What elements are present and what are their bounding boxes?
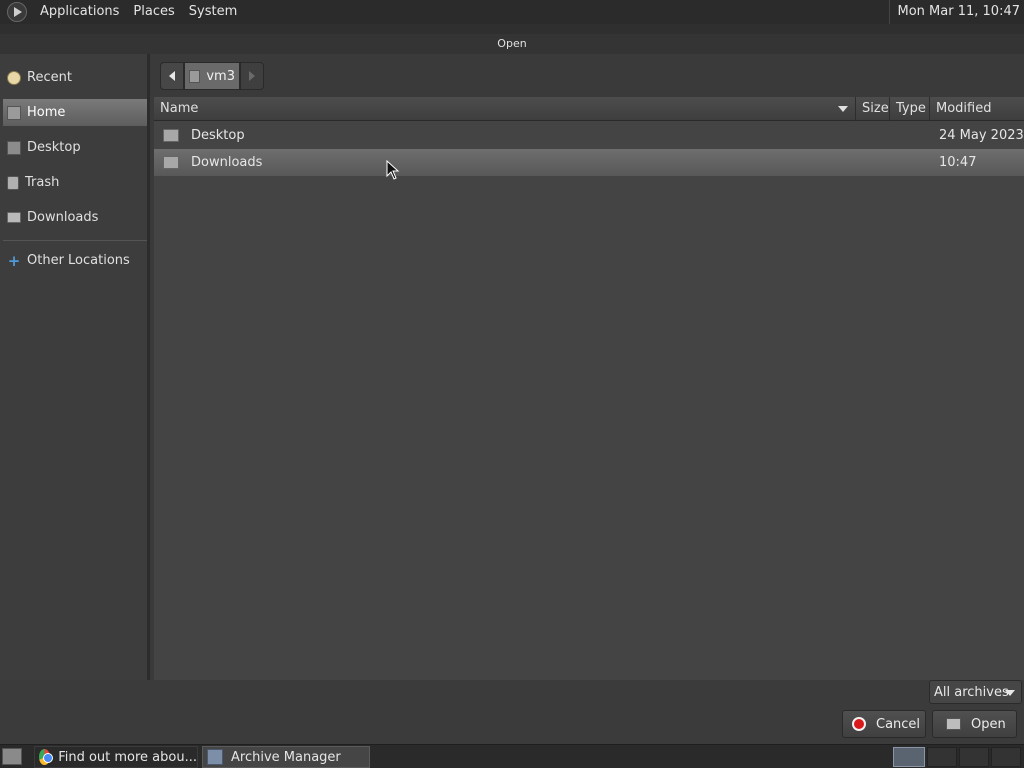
file-list-header: Name Size Type Modified xyxy=(154,97,1024,121)
open-folder-icon xyxy=(946,718,961,730)
sidebar-item-label: Trash xyxy=(25,175,60,190)
sidebar-item-recent[interactable]: Recent xyxy=(3,64,147,91)
workspace-3[interactable] xyxy=(959,747,989,767)
sidebar-item-label: Home xyxy=(27,105,66,120)
cancel-button-label: Cancel xyxy=(876,716,921,732)
cancel-button[interactable]: Cancel xyxy=(842,710,926,738)
dialog-title: Open xyxy=(0,34,1024,54)
file-modified: 10:47 xyxy=(939,155,977,170)
path-crumb-label: vm3 xyxy=(206,68,235,84)
path-forward-button[interactable] xyxy=(240,62,264,90)
file-name: Desktop xyxy=(191,128,245,143)
menu-system[interactable]: System xyxy=(182,0,244,24)
file-list[interactable]: Name Size Type Modified Desktop 24 May 2… xyxy=(154,97,1024,680)
task-label: Find out more abou... xyxy=(58,749,197,765)
cancel-icon xyxy=(852,717,866,731)
folder-icon xyxy=(163,156,179,169)
recent-icon xyxy=(7,70,21,85)
column-header-name[interactable]: Name xyxy=(154,97,856,121)
window-behind-strip xyxy=(0,24,1024,34)
clock[interactable]: Mon Mar 11, 10:47 xyxy=(888,0,1020,24)
path-bar: vm3 xyxy=(160,62,264,90)
column-header-type[interactable]: Type xyxy=(890,97,930,121)
distro-logo-icon[interactable] xyxy=(7,2,27,22)
file-modified: 24 May 2023 xyxy=(939,128,1024,143)
sidebar-item-home[interactable]: Home xyxy=(3,99,147,126)
top-panel: Applications Places System Mon Mar 11, 1… xyxy=(0,0,1024,24)
workspace-4[interactable] xyxy=(991,747,1021,767)
trash-icon xyxy=(7,175,19,190)
sidebar-item-other-locations[interactable]: + Other Locations xyxy=(3,247,147,274)
file-row-desktop[interactable]: Desktop 24 May 2023 xyxy=(154,122,1024,149)
sidebar-item-label: Downloads xyxy=(27,210,99,225)
open-button[interactable]: Open xyxy=(932,710,1017,738)
task-chrome[interactable]: Find out more abou... xyxy=(34,746,198,768)
menu-places[interactable]: Places xyxy=(126,0,181,24)
sort-descending-icon[interactable] xyxy=(838,106,848,112)
file-name: Downloads xyxy=(191,155,263,170)
task-label: Archive Manager xyxy=(231,749,341,765)
open-button-label: Open xyxy=(971,716,1006,732)
sidebar-item-label: Desktop xyxy=(27,140,81,155)
sidebar-item-label: Other Locations xyxy=(27,253,130,268)
sidebar-item-label: Recent xyxy=(27,70,72,85)
file-filter-dropdown[interactable]: All archives xyxy=(929,680,1022,704)
menu-applications[interactable]: Applications xyxy=(33,0,126,24)
workspace-2[interactable] xyxy=(927,747,957,767)
desktop-icon xyxy=(7,140,21,155)
taskbar: Find out more abou... Archive Manager xyxy=(0,744,1024,768)
sidebar-divider xyxy=(3,240,147,241)
sidebar-item-desktop[interactable]: Desktop xyxy=(3,134,147,161)
path-back-button[interactable] xyxy=(160,62,184,90)
plus-icon: + xyxy=(7,251,21,270)
folder-icon xyxy=(7,212,21,223)
show-desktop-icon[interactable] xyxy=(2,748,22,765)
archive-manager-icon xyxy=(207,749,223,765)
home-icon xyxy=(189,69,201,83)
home-icon xyxy=(7,105,21,120)
mouse-pointer-icon xyxy=(386,160,400,180)
column-header-size[interactable]: Size xyxy=(856,97,890,121)
workspace-switcher-icon[interactable] xyxy=(893,747,925,767)
path-crumb-home[interactable]: vm3 xyxy=(184,62,240,90)
file-filter-label: All archives xyxy=(934,684,1009,700)
sidebar-item-trash[interactable]: Trash xyxy=(3,169,147,196)
chevron-down-icon xyxy=(1005,690,1015,696)
sidebar-item-downloads[interactable]: Downloads xyxy=(3,204,147,231)
chrome-icon xyxy=(39,749,54,765)
places-sidebar: Recent Home Desktop Trash Downloads + Ot… xyxy=(0,54,150,680)
task-archive-manager[interactable]: Archive Manager xyxy=(202,746,370,768)
file-row-downloads[interactable]: Downloads 10:47 xyxy=(154,149,1024,176)
column-header-modified[interactable]: Modified xyxy=(930,97,1024,121)
desktop-folder-icon xyxy=(163,129,179,142)
